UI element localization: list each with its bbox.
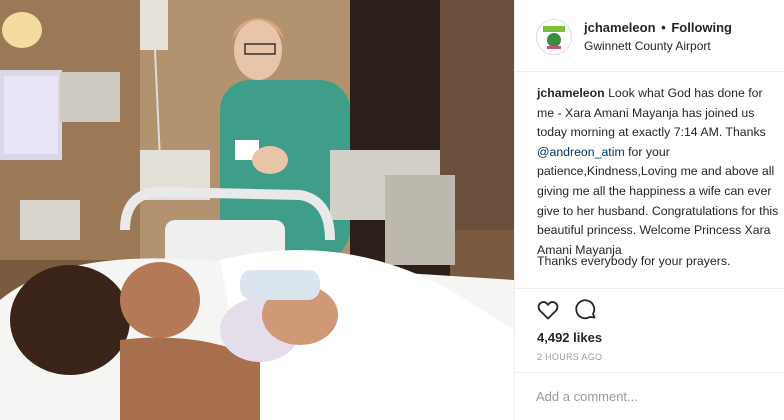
follow-separator: • <box>661 20 666 35</box>
add-comment-bar <box>515 372 784 420</box>
comment-icon[interactable] <box>574 298 598 322</box>
caption-username[interactable]: jchameleon <box>537 86 605 100</box>
caption-mention-link[interactable]: @andreon_atim <box>537 145 625 159</box>
post-actions <box>515 288 784 328</box>
caption-text-after: for your patience,Kindness,Loving me and… <box>537 144 779 257</box>
profile-logo-icon[interactable] <box>536 19 572 55</box>
post-header: jchameleon • Following Gwinnett County A… <box>515 0 784 72</box>
post-caption: jchameleon Look what God has done for me… <box>537 84 783 260</box>
post-photo[interactable] <box>0 0 514 420</box>
hospital-birth-photo <box>0 0 514 420</box>
post-timestamp[interactable]: 2 HOURS AGO <box>537 352 602 362</box>
post-sidebar: jchameleon • Following Gwinnett County A… <box>514 0 784 420</box>
header-username[interactable]: jchameleon <box>584 20 656 35</box>
following-button[interactable]: Following <box>671 20 732 35</box>
caption-thanks-line: Thanks everybody for your prayers. <box>537 254 731 268</box>
add-comment-input[interactable] <box>536 385 766 407</box>
header-username-line: jchameleon • Following <box>584 20 732 35</box>
post-location[interactable]: Gwinnett County Airport <box>584 39 711 53</box>
likes-count[interactable]: 4,492 likes <box>537 330 602 345</box>
instagram-post: jchameleon • Following Gwinnett County A… <box>0 0 784 420</box>
heart-icon[interactable] <box>536 298 560 322</box>
